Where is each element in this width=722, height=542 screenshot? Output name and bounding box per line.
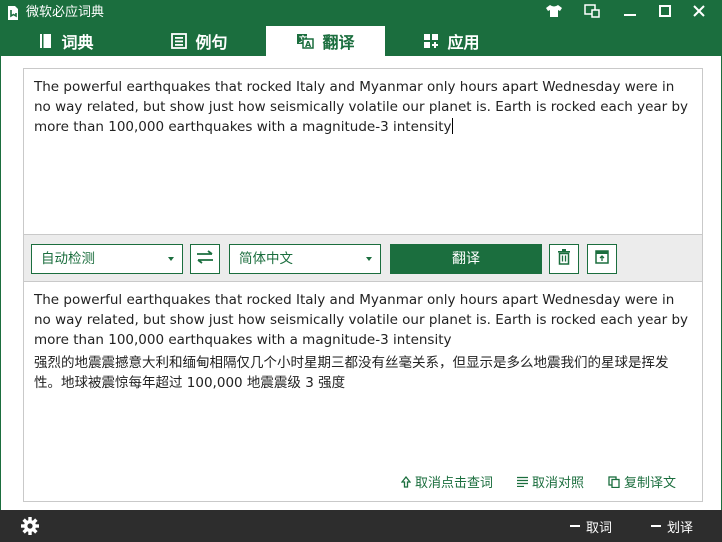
toggle-off-icon <box>570 525 580 527</box>
chevron-down-icon <box>366 257 372 261</box>
apps-icon <box>423 33 439 49</box>
chevron-down-icon <box>168 257 174 261</box>
close-button[interactable] <box>682 0 716 26</box>
result-original-text: The powerful earthquakes that rocked Ita… <box>34 292 689 348</box>
copy-icon <box>608 475 620 488</box>
translate-button[interactable]: 翻译 <box>390 244 542 274</box>
tab-apps[interactable]: 应用 <box>385 26 518 56</box>
result-translation-text: 强烈的地震震撼意大利和缅甸相隔仅几个小时星期三都没有丝毫关系，但显示是多么地震我… <box>34 355 669 391</box>
tab-dictionary[interactable]: 词典 <box>0 26 133 56</box>
list-icon <box>171 33 188 49</box>
minimize-button[interactable] <box>613 0 647 26</box>
source-language-value: 自动检测 <box>41 251 95 267</box>
trash-icon <box>557 249 571 269</box>
action-label: 取消点击查词 <box>414 476 493 491</box>
copy-translation-link[interactable]: 复制译文 <box>608 472 676 491</box>
toggle-off-icon <box>651 525 661 527</box>
lines-icon <box>516 476 528 487</box>
text-caret <box>451 118 453 134</box>
tab-translate[interactable]: 文A 翻译 <box>266 26 385 56</box>
target-language-select[interactable]: 简体中文 <box>229 244 381 274</box>
source-text: The powerful earthquakes that rocked Ita… <box>34 79 689 135</box>
maximize-icon <box>659 5 671 21</box>
swap-languages-button[interactable] <box>190 244 220 274</box>
source-text-input[interactable]: The powerful earthquakes that rocked Ita… <box>23 68 703 234</box>
close-icon <box>693 5 705 21</box>
source-language-select[interactable]: 自动检测 <box>31 244 183 274</box>
skin-button[interactable] <box>537 0 571 26</box>
main-tabs: 词典 例句 文A 翻译 应用 <box>0 26 722 56</box>
minimize-icon <box>624 5 636 21</box>
action-label: 复制译文 <box>623 476 676 491</box>
mini-mode-button[interactable] <box>575 0 609 26</box>
app-title: 微软必应词典 <box>26 5 105 20</box>
tab-label: 翻译 <box>322 33 355 52</box>
clear-button[interactable] <box>549 244 579 274</box>
popout-button[interactable] <box>587 244 617 274</box>
maximize-button[interactable] <box>648 0 682 26</box>
translate-icon: 文A <box>296 33 315 49</box>
bottom-item-label: 划译 <box>667 520 694 536</box>
tab-label: 应用 <box>447 33 480 52</box>
result-actions: 取消点击查词 取消对照 复制译文 <box>400 472 676 491</box>
tab-examples[interactable]: 例句 <box>133 26 266 56</box>
translate-toolbar: 自动检测 简体中文 翻译 <box>23 234 703 282</box>
tab-label: 例句 <box>195 33 228 52</box>
tab-label: 词典 <box>61 33 94 52</box>
toggle-click-lookup-link[interactable]: 取消点击查词 <box>400 472 493 491</box>
title-bar: 微软必应词典 <box>0 0 722 26</box>
select-translate-toggle[interactable]: 划译 <box>651 510 693 542</box>
book-icon <box>39 33 53 49</box>
svg-text:A: A <box>305 40 312 49</box>
cursor-icon <box>400 475 411 488</box>
swap-arrows-icon <box>195 250 215 268</box>
action-label: 取消对照 <box>531 476 584 491</box>
translation-result: The powerful earthquakes that rocked Ita… <box>23 282 703 502</box>
target-language-value: 简体中文 <box>239 251 293 267</box>
mini-mode-icon <box>584 4 600 22</box>
skin-icon <box>545 4 563 22</box>
window-popout-icon <box>595 250 609 268</box>
translate-panel: The powerful earthquakes that rocked Ita… <box>0 56 722 510</box>
bottom-item-label: 取词 <box>586 520 613 536</box>
bing-dictionary-icon <box>6 5 20 21</box>
bottom-bar: 取词 划译 <box>0 510 722 542</box>
toggle-compare-link[interactable]: 取消对照 <box>516 472 584 491</box>
gear-icon[interactable] <box>20 516 40 536</box>
word-capture-toggle[interactable]: 取词 <box>570 510 612 542</box>
